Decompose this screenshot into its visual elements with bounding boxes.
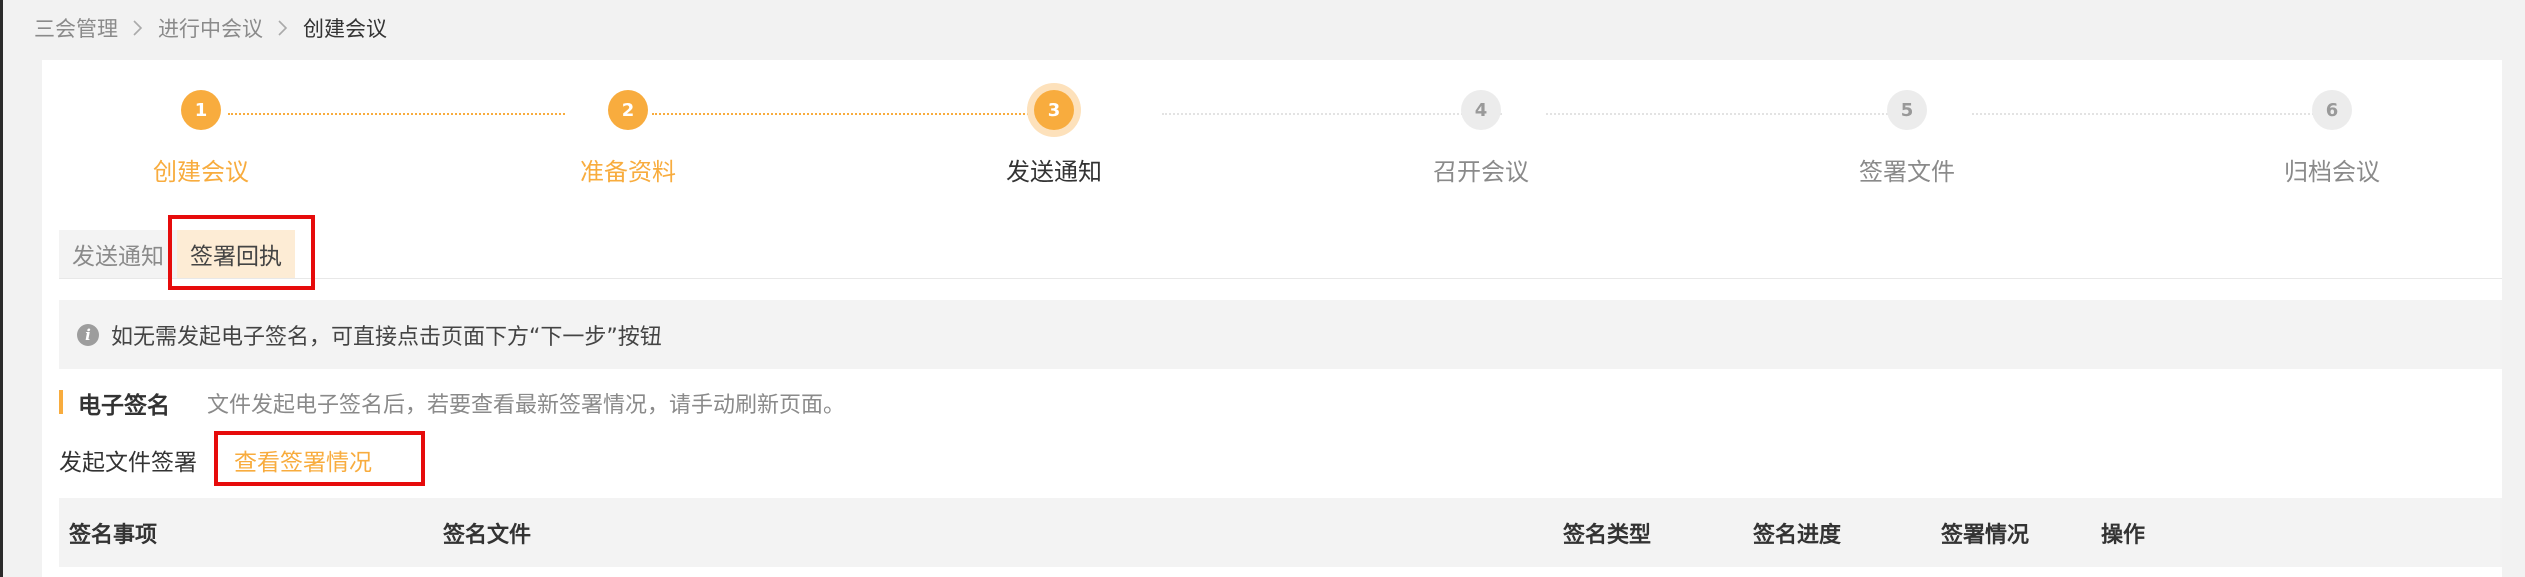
- step-label: 创建会议: [153, 158, 249, 186]
- step-create-meeting[interactable]: 1 创建会议: [51, 90, 351, 187]
- step-label: 准备资料: [580, 158, 676, 186]
- step-label: 签署文件: [1859, 158, 1955, 186]
- main-card: 1 创建会议 2 准备资料 3 发送通知 4 召开会议 5 签署文件 6 归档会…: [42, 60, 2502, 577]
- chevron-right-icon: [277, 19, 289, 37]
- breadcrumb: 三会管理 进行中会议 创建会议: [34, 12, 387, 44]
- step-number: 5: [1887, 90, 1927, 130]
- column-header: 签署情况: [1941, 522, 2030, 548]
- breadcrumb-item-meetings[interactable]: 三会管理: [34, 13, 118, 43]
- breadcrumb-current: 创建会议: [303, 17, 387, 41]
- info-notice: i 如无需发起电子签名，可直接点击页面下方“下一步”按钮: [59, 300, 2502, 369]
- highlight-box: [214, 431, 425, 486]
- step-prepare-materials[interactable]: 2 准备资料: [478, 90, 778, 187]
- step-number: 4: [1461, 90, 1501, 130]
- section-title: 电子签名: [78, 393, 170, 419]
- initiate-signing-label: 发起文件签署: [59, 450, 197, 476]
- column-header: 签名类型: [1563, 522, 1652, 548]
- tab-bar: 发送通知 签署回执: [59, 230, 2502, 279]
- column-header: 签名文件: [443, 522, 532, 548]
- column-header: 签名事项: [69, 522, 158, 548]
- window-edge: [0, 0, 3, 577]
- step-number: 1: [181, 90, 221, 130]
- step-archive-meeting[interactable]: 6 归档会议: [2182, 90, 2482, 187]
- info-icon: i: [77, 323, 99, 346]
- table-header: 签名事项 签名文件 签名类型 签名进度 签署情况 操作: [59, 498, 2502, 567]
- step-number: 3: [1034, 90, 1074, 130]
- column-header: 操作: [2101, 522, 2146, 548]
- step-send-notice[interactable]: 3 发送通知: [904, 90, 1204, 187]
- column-header: 签名进度: [1753, 522, 1842, 548]
- breadcrumb-item-ongoing[interactable]: 进行中会议: [158, 13, 263, 43]
- notice-text: 如无需发起电子签名，可直接点击页面下方“下一步”按钮: [111, 324, 662, 350]
- step-sign-documents[interactable]: 5 签署文件: [1757, 90, 2057, 187]
- step-label: 归档会议: [2284, 158, 2380, 186]
- step-label: 发送通知: [1006, 158, 1102, 186]
- step-number: 2: [608, 90, 648, 130]
- step-label: 召开会议: [1433, 158, 1529, 186]
- highlight-box: [168, 215, 315, 290]
- section-description: 文件发起电子签名后，若要查看最新签署情况，请手动刷新页面。: [207, 393, 846, 418]
- tab-send-notice[interactable]: 发送通知: [59, 230, 177, 278]
- step-hold-meeting[interactable]: 4 召开会议: [1331, 90, 1631, 187]
- step-number: 6: [2312, 90, 2352, 130]
- section-accent-bar: [59, 390, 63, 414]
- chevron-right-icon: [132, 19, 144, 37]
